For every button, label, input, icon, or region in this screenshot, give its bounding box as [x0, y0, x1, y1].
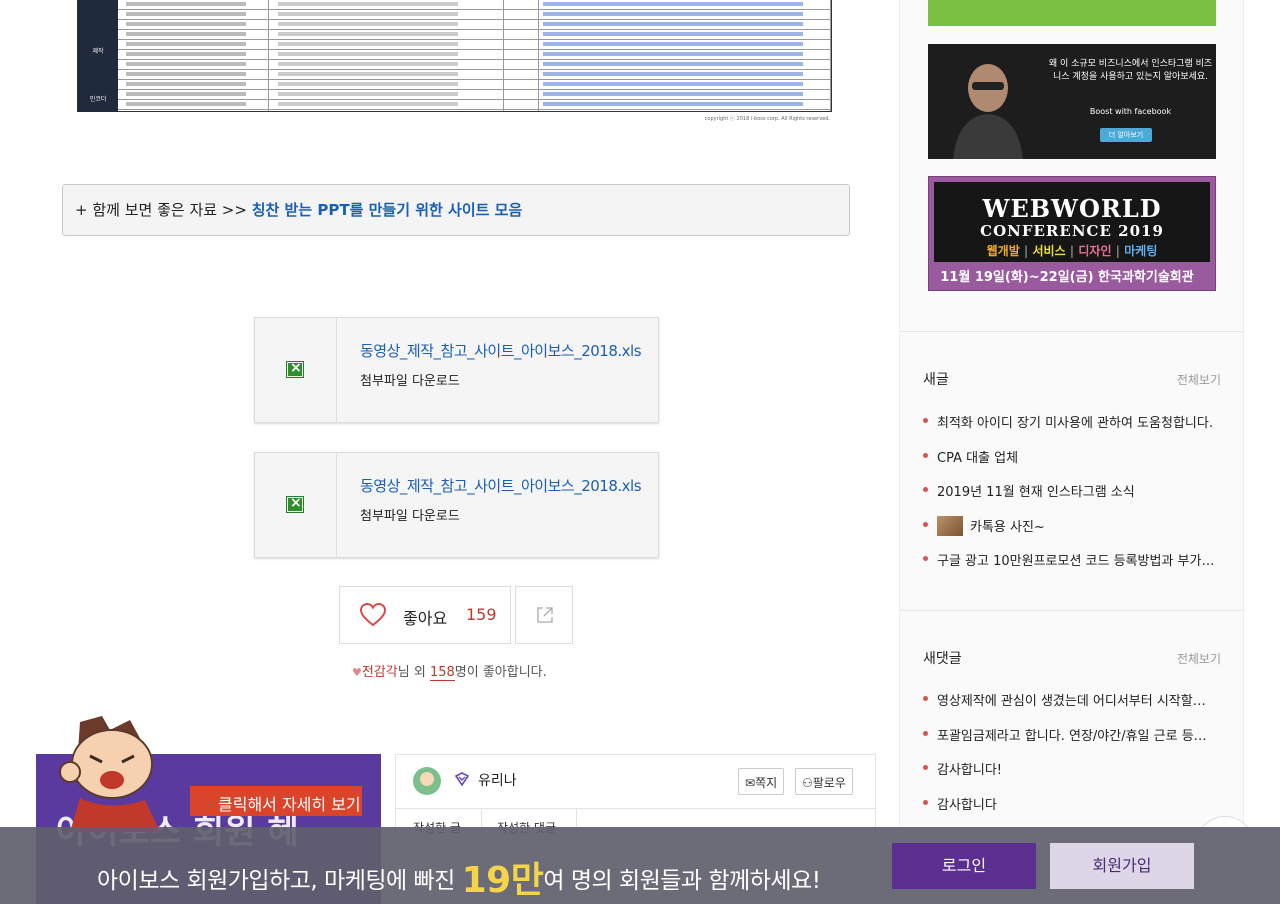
- like-count: 159: [466, 605, 497, 624]
- level-badge-icon: [454, 771, 470, 790]
- webworld-date: 11월 19일(화)~22일(금) 한국과학기술회관: [940, 270, 1194, 285]
- page: 제작 인코더 copyright ⓒ 2018 i-boss corp. All…: [0, 0, 1280, 904]
- attachment-download-label[interactable]: 첨부파일 다운로드: [360, 370, 460, 389]
- small-heart-icon: ♥: [352, 666, 362, 679]
- attachment-icon-cell: [255, 453, 337, 557]
- message-button[interactable]: ✉쪽지: [738, 768, 785, 795]
- webworld-tag: 서비스: [1032, 244, 1066, 258]
- person-photo: [953, 64, 1023, 159]
- liker-count[interactable]: 158: [429, 665, 455, 681]
- attachment-icon-cell: [255, 318, 337, 422]
- signup-message-before: 아이보스 회원가입하고, 마케팅에 빠진: [97, 868, 462, 894]
- author-name[interactable]: 유리나: [478, 770, 517, 790]
- excel-file-icon: [286, 360, 304, 378]
- sites-table-image: 제작 인코더: [77, 0, 832, 112]
- comment-text: 감사합니다!: [937, 763, 1003, 778]
- attachment-download-label[interactable]: 첨부파일 다운로드: [360, 505, 460, 524]
- ad-banner-webworld[interactable]: WEBWORLD CONFERENCE 2019 웹개발 | 서비스 | 디자인…: [928, 176, 1216, 291]
- liked-by-text: ♥전감각님 외 158명이 좋아합니다.: [352, 661, 547, 681]
- fb-ad-text: 왜 이 소규모 비즈니스에서 인스타그램 비즈니스 계정을 사용하고 있는지 알…: [1048, 59, 1213, 82]
- new-posts-title: 새글: [923, 372, 949, 388]
- webworld-tag: 웹개발: [986, 244, 1020, 258]
- post-title: 카톡용 사진~: [970, 519, 1045, 535]
- new-posts-more-link[interactable]: 전체보기: [1177, 371, 1221, 388]
- ad-banner-green[interactable]: [928, 0, 1216, 26]
- share-button[interactable]: [515, 586, 573, 644]
- new-comments-more-link[interactable]: 전체보기: [1177, 650, 1221, 667]
- list-item[interactable]: 감사합니다!: [923, 759, 1223, 794]
- post-title: 2019년 11월 현재 인스타그램 소식: [937, 485, 1135, 500]
- member-count-highlight: 19만: [461, 860, 544, 901]
- category-label: 인코더: [89, 96, 107, 103]
- liked-by-mid: 님 외: [397, 665, 430, 680]
- list-item[interactable]: 포괄임금제라고 합니다. 연장/야간/휴일 근로 등…: [923, 725, 1223, 760]
- fb-ad-button[interactable]: 더 알아보기: [1100, 128, 1152, 142]
- signup-bottom-bar: 아이보스 회원가입하고, 마케팅에 빠진 19만여 명의 회원들과 함께하세요!…: [0, 827, 1280, 904]
- webworld-subtitle: CONFERENCE 2019: [980, 222, 1164, 240]
- post-title: 구글 광고 10만원프로모션 코드 등록방법과 부가…: [937, 554, 1215, 569]
- like-label: 좋아요: [403, 609, 448, 628]
- list-item[interactable]: 2019년 11월 현재 인스타그램 소식: [923, 481, 1223, 516]
- follow-button[interactable]: ⚇팔로우: [795, 768, 853, 795]
- message-button-label: 쪽지: [755, 776, 778, 790]
- attachment-card[interactable]: 동영상_제작_참고_사이트_아이보스_2018.xls 첨부파일 다운로드: [254, 317, 659, 423]
- list-item[interactable]: CPA 대출 업체: [923, 447, 1223, 482]
- list-item[interactable]: 구글 광고 10만원프로모션 코드 등록방법과 부가…: [923, 550, 1223, 585]
- webworld-title: WEBWORLD: [982, 194, 1162, 223]
- person-icon: ⚇: [802, 776, 813, 790]
- list-item[interactable]: 감사합니다: [923, 794, 1223, 829]
- post-title: 최적화 아이디 장기 미사용에 관하여 도움청합니다.: [937, 416, 1213, 431]
- liked-by-suffix: 명이 좋아합니다.: [454, 665, 547, 680]
- heart-icon: [359, 602, 387, 631]
- fb-ad-brand: Boost with facebook: [1089, 107, 1172, 116]
- list-item[interactable]: 카톡용 사진~: [923, 515, 1223, 551]
- related-content-box: + 함께 보면 좋은 자료 >> 칭찬 받는 PPT를 만들기 위한 사이트 모…: [62, 184, 850, 236]
- webworld-tags: 웹개발 | 서비스 | 디자인 | 마케팅: [986, 244, 1158, 258]
- share-icon: [537, 607, 553, 623]
- signup-message: 아이보스 회원가입하고, 마케팅에 빠진 19만여 명의 회원들과 함께하세요!: [97, 851, 821, 903]
- follow-button-label: 팔로우: [812, 776, 846, 790]
- attachment-filename[interactable]: 동영상_제작_참고_사이트_아이보스_2018.xls: [360, 475, 642, 496]
- ad-banner-facebook[interactable]: 왜 이 소규모 비즈니스에서 인스타그램 비즈니스 계정을 사용하고 있는지 알…: [928, 44, 1216, 159]
- webworld-inner: WEBWORLD CONFERENCE 2019 웹개발 | 서비스 | 디자인…: [934, 182, 1210, 262]
- promo-ribbon[interactable]: 클릭해서 자세히 보기: [190, 786, 362, 816]
- avatar[interactable]: [413, 767, 441, 795]
- new-comments-section: 새댓글 전체보기 영상제작에 관심이 생겼는데 어디서부터 시작할… 포괄임금제…: [900, 610, 1243, 830]
- webworld-tag: 디자인: [1078, 244, 1112, 258]
- liker-name[interactable]: 전감각: [362, 665, 398, 680]
- comment-text: 포괄임금제라고 합니다. 연장/야간/휴일 근로 등…: [937, 728, 1207, 744]
- attachment-filename[interactable]: 동영상_제작_참고_사이트_아이보스_2018.xls: [360, 340, 642, 361]
- new-posts-list: 최적화 아이디 장기 미사용에 관하여 도움청합니다. CPA 대출 업체 20…: [923, 412, 1223, 585]
- table-rows: [118, 0, 831, 111]
- post-title: CPA 대출 업체: [937, 450, 1019, 466]
- post-thumbnail: [937, 515, 963, 536]
- list-item[interactable]: 영상제작에 관심이 생겼는데 어디서부터 시작할…: [923, 690, 1223, 725]
- login-button[interactable]: 로그인: [892, 843, 1036, 889]
- signup-button[interactable]: 회원가입: [1050, 843, 1194, 889]
- attachment-card[interactable]: 동영상_제작_참고_사이트_아이보스_2018.xls 첨부파일 다운로드: [254, 452, 659, 558]
- signup-message-after: 여 명의 회원들과 함께하세요!: [543, 868, 821, 894]
- list-item[interactable]: 최적화 아이디 장기 미사용에 관하여 도움청합니다.: [923, 412, 1223, 447]
- new-comments-list: 영상제작에 관심이 생겼는데 어디서부터 시작할… 포괄임금제라고 합니다. 연…: [923, 690, 1223, 828]
- new-comments-title: 새댓글: [923, 651, 962, 667]
- table-copyright: copyright ⓒ 2018 i-boss corp. All Rights…: [704, 116, 830, 122]
- webworld-tag: 마케팅: [1124, 244, 1158, 258]
- related-prefix: + 함께 보면 좋은 자료 >>: [75, 201, 252, 219]
- mascot-illustration: [59, 716, 160, 832]
- category-label: 제작: [92, 48, 104, 55]
- related-link[interactable]: 칭찬 받는 PPT를 만들기 위한 사이트 모음: [252, 201, 523, 219]
- excel-file-icon: [286, 495, 304, 513]
- comment-text: 감사합니다: [937, 797, 997, 813]
- like-button[interactable]: 좋아요 159: [339, 586, 511, 644]
- envelope-icon: ✉: [745, 776, 756, 790]
- new-posts-section: 새글 전체보기 최적화 아이디 장기 미사용에 관하여 도움청합니다. CPA …: [900, 331, 1243, 611]
- comment-text: 영상제작에 관심이 생겼는데 어디서부터 시작할…: [937, 694, 1206, 709]
